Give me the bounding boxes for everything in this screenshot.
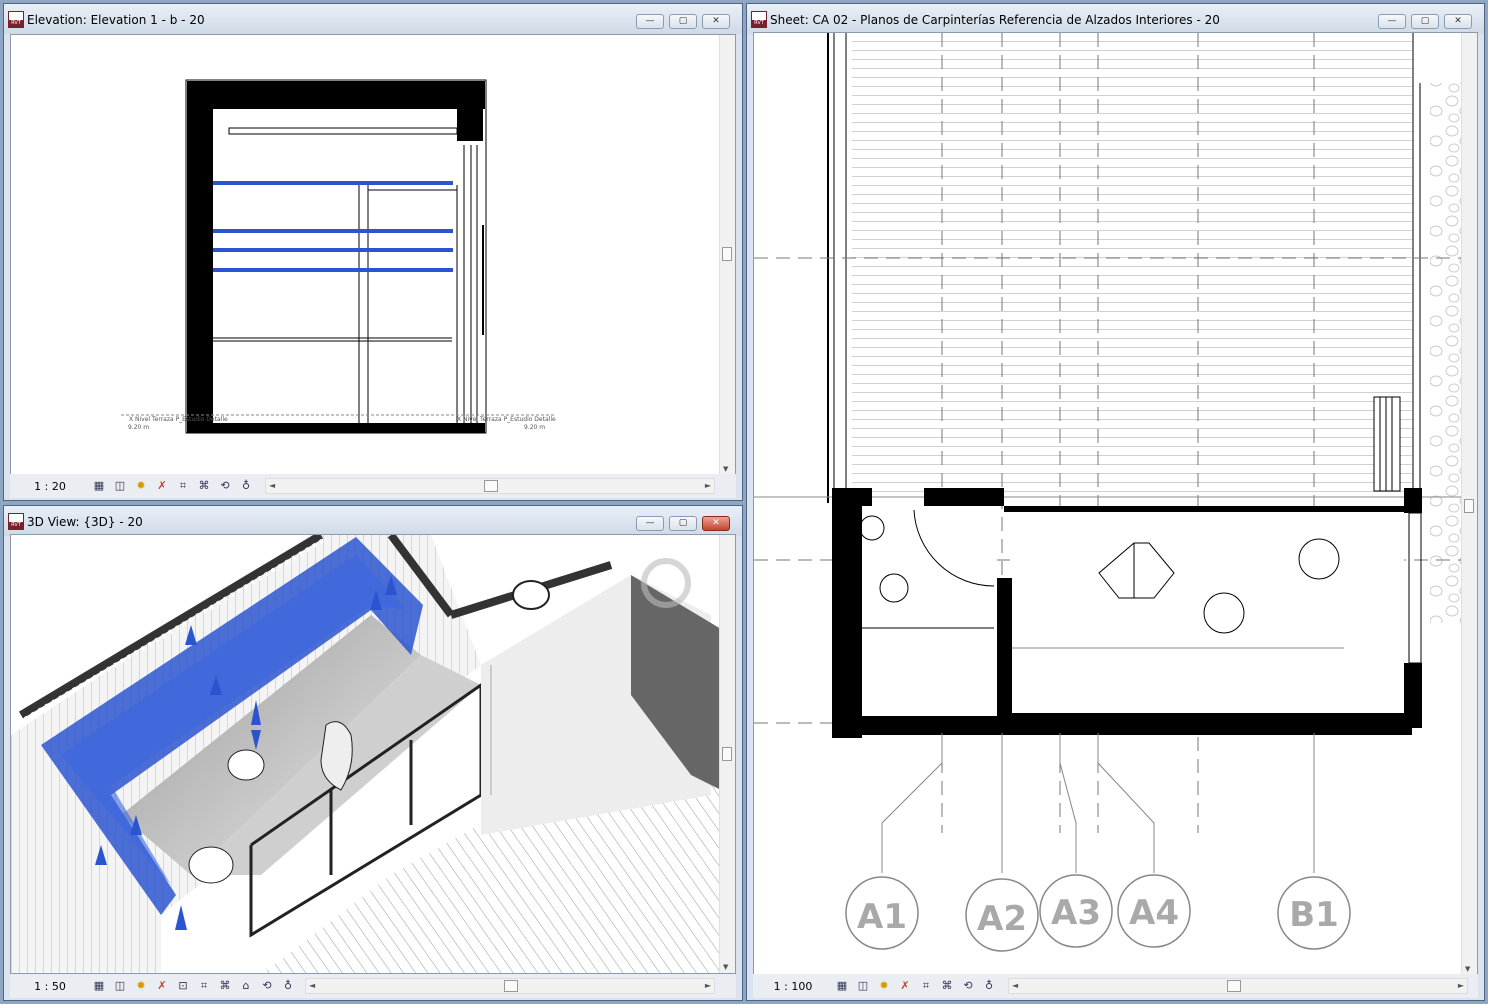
close-button[interactable]: ✕ [702,516,730,531]
crop-view-icon[interactable]: ⌗ [917,978,935,994]
view-control-icons: ▦ ◫ ✹ ✗ ⊡ ⌗ ⌘ ⌂ ⟲ ♁ [90,978,297,994]
level-value-right: 9.20 m [524,424,545,431]
detail-level-icon[interactable]: ▦ [833,978,851,994]
elevation-window[interactable]: Elevation: Elevation 1 - b - 20 — ▢ ✕ [3,3,743,501]
scroll-left-icon[interactable]: ◄ [309,979,315,993]
temporary-hide-icon[interactable]: ⟲ [216,478,234,494]
3d-view-titlebar[interactable]: 3D View: {3D} - 20 — ▢ ✕ [4,506,742,536]
scroll-right-icon[interactable]: ► [705,979,711,993]
scroll-thumb[interactable] [1227,980,1241,992]
revit-file-icon [751,11,767,28]
horizontal-scrollbar[interactable]: ◄ ► [1008,978,1468,994]
scroll-thumb[interactable] [1464,499,1474,513]
crop-view-icon[interactable]: ⌗ [195,978,213,994]
scroll-down-icon[interactable]: ▼ [1465,965,1470,973]
sun-path-icon[interactable]: ✹ [132,478,150,494]
detail-level-icon[interactable]: ▦ [90,478,108,494]
show-crop-icon[interactable]: ⌘ [195,478,213,494]
sheet-canvas[interactable]: A1 A2 A3 A4 B1 ▼ [753,32,1478,976]
minimize-button[interactable]: — [1378,14,1406,29]
level-label-right: X Nivel Terraza P_Estudio Detalle [457,416,556,423]
reveal-hidden-icon[interactable]: ♁ [279,978,297,994]
view-scale[interactable]: 1 : 50 [20,980,80,993]
visual-style-icon[interactable]: ◫ [111,478,129,494]
scroll-thumb[interactable] [722,747,732,761]
sun-path-icon[interactable]: ✹ [875,978,893,994]
shadows-icon[interactable]: ✗ [153,978,171,994]
horizontal-scrollbar[interactable]: ◄ ► [305,978,715,994]
level-label-left: X Nivel Terraza P_Estudio Detalle [129,416,228,423]
scroll-thumb[interactable] [504,980,518,992]
elevation-drawing: X Nivel Terraza P_Estudio Detalle 9.20 m… [121,79,556,434]
view-scale[interactable]: 1 : 20 [20,480,80,493]
visual-style-icon[interactable]: ◫ [854,978,872,994]
view-control-bar: 1 : 20 ▦ ◫ ✹ ✗ ⌗ ⌘ ⟲ ♁ ◄ ► [10,474,736,498]
restore-button[interactable]: ▢ [669,14,697,29]
scroll-thumb[interactable] [722,247,732,261]
horizontal-scrollbar[interactable]: ◄ ► [265,478,715,494]
scroll-right-icon[interactable]: ► [705,479,711,493]
show-crop-icon[interactable]: ⌘ [938,978,956,994]
scroll-right-icon[interactable]: ► [1458,979,1464,993]
crop-view-icon[interactable]: ⌗ [174,478,192,494]
reveal-hidden-icon[interactable]: ♁ [980,978,998,994]
revit-file-icon [8,513,24,530]
level-value-left: 9.20 m [128,424,149,431]
close-button[interactable]: ✕ [702,14,730,29]
window-title: Elevation: Elevation 1 - b - 20 [27,13,205,27]
view-control-icons: ▦ ◫ ✹ ✗ ⌗ ⌘ ⟲ ♁ [90,478,255,494]
visual-style-icon[interactable]: ◫ [111,978,129,994]
temporary-hide-icon[interactable]: ⟲ [959,978,977,994]
vertical-scrollbar[interactable]: ▼ [1461,33,1477,975]
3d-model-drawing [11,535,735,973]
scroll-down-icon[interactable]: ▼ [723,465,728,473]
vertical-scrollbar[interactable]: ▼ [719,35,735,475]
view-scale[interactable]: 1 : 100 [763,980,823,993]
minimize-button[interactable]: — [636,14,664,29]
close-button[interactable]: ✕ [1444,14,1472,29]
shadows-icon[interactable]: ✗ [153,478,171,494]
revit-file-icon [8,11,24,28]
detail-level-icon[interactable]: ▦ [90,978,108,994]
scroll-left-icon[interactable]: ◄ [1012,979,1018,993]
sheet-window[interactable]: Sheet: CA 02 - Planos de Carpinterías Re… [746,3,1485,1001]
restore-button[interactable]: ▢ [669,516,697,531]
callout-tag-a1[interactable]: A1 [857,897,907,937]
sheet-titlebar[interactable]: Sheet: CA 02 - Planos de Carpinterías Re… [747,4,1484,34]
3d-view-window[interactable]: 3D View: {3D} - 20 — ▢ ✕ [3,505,743,1001]
render-icon[interactable]: ⊡ [174,978,192,994]
scroll-down-icon[interactable]: ▼ [723,963,728,971]
minimize-button[interactable]: — [636,516,664,531]
view-control-icons: ▦ ◫ ✹ ✗ ⌗ ⌘ ⟲ ♁ [833,978,998,994]
lock-3d-view-icon[interactable]: ⌂ [237,978,255,994]
3d-canvas[interactable]: ▼ [10,534,736,974]
temporary-hide-icon[interactable]: ⟲ [258,978,276,994]
sheet-plan-drawing: A1 A2 A3 A4 B1 [754,33,1477,952]
reveal-hidden-icon[interactable]: ♁ [237,478,255,494]
callout-tag-a2[interactable]: A2 [977,899,1027,939]
vertical-scrollbar[interactable]: ▼ [719,535,735,973]
window-title: Sheet: CA 02 - Planos de Carpinterías Re… [770,13,1220,27]
callout-tag-a4[interactable]: A4 [1129,893,1179,933]
sun-path-icon[interactable]: ✹ [132,978,150,994]
callout-tag-b1[interactable]: B1 [1289,895,1339,935]
shadows-icon[interactable]: ✗ [896,978,914,994]
scroll-thumb[interactable] [484,480,498,492]
elevation-canvas[interactable]: X Nivel Terraza P_Estudio Detalle 9.20 m… [10,34,736,476]
view-control-bar: 1 : 100 ▦ ◫ ✹ ✗ ⌗ ⌘ ⟲ ♁ ◄ ► [753,974,1478,998]
show-crop-icon[interactable]: ⌘ [216,978,234,994]
restore-button[interactable]: ▢ [1411,14,1439,29]
scroll-left-icon[interactable]: ◄ [269,479,275,493]
window-title: 3D View: {3D} - 20 [27,515,143,529]
elevation-titlebar[interactable]: Elevation: Elevation 1 - b - 20 — ▢ ✕ [4,4,742,34]
view-control-bar: 1 : 50 ▦ ◫ ✹ ✗ ⊡ ⌗ ⌘ ⌂ ⟲ ♁ ◄ ► [10,974,736,998]
callout-tag-a3[interactable]: A3 [1051,893,1101,933]
